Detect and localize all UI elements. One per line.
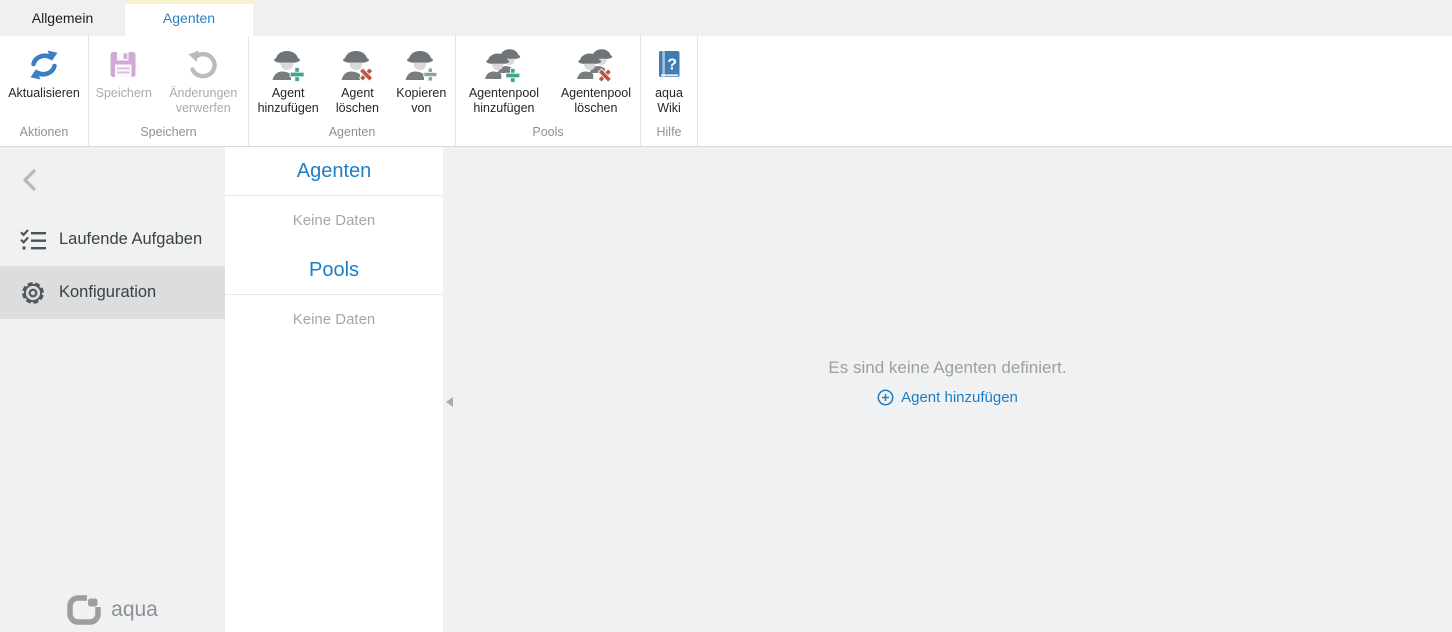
- save-floppy-icon: [109, 44, 139, 86]
- copy-agent-button-label: Kopieren von: [391, 86, 452, 116]
- sidebar-item-konfiguration[interactable]: Konfiguration: [0, 266, 225, 319]
- add-agentpool-button[interactable]: Agentenpool hinzufügen: [457, 41, 551, 123]
- add-agent-button-label: Agent hinzufügen: [252, 86, 324, 116]
- wiki-question-glyph: ?: [667, 57, 677, 74]
- discard-changes-button[interactable]: Änderungen verwerfen: [160, 41, 247, 123]
- add-agentpool-button-label: Agentenpool hinzufügen: [459, 86, 549, 116]
- panel-section-agenten-title: Agenten: [225, 147, 443, 196]
- panel-section-pools-title: Pools: [225, 246, 443, 295]
- chevron-left-icon: [18, 167, 44, 193]
- agent-delete-icon: [337, 44, 377, 86]
- sidebar-nav: Laufende Aufgaben Konfiguration: [0, 213, 225, 319]
- undo-icon: [186, 44, 220, 86]
- refresh-button-label: Aktualisieren: [8, 86, 80, 101]
- ribbon-toolbar: Aktualisieren Aktionen: [0, 36, 1452, 147]
- ribbon-group-pools-label: Pools: [456, 123, 640, 146]
- agentpool-delete-icon: [573, 44, 619, 86]
- agentpool-add-icon: [481, 44, 527, 86]
- aqua-wiki-button[interactable]: ? aqua Wiki: [644, 41, 694, 123]
- agents-configuration-window: Allgemein Agenten: [0, 0, 1452, 632]
- delete-agent-button[interactable]: Agent löschen: [328, 41, 386, 123]
- tab-allgemein-label: Allgemein: [32, 10, 93, 26]
- discard-changes-button-label: Änderungen verwerfen: [162, 86, 245, 116]
- add-agent-link[interactable]: Agent hinzufügen: [877, 389, 1018, 406]
- ribbon-group-speichern-label: Speichern: [89, 123, 248, 146]
- agent-copy-icon: [401, 44, 441, 86]
- gear-icon: [19, 279, 47, 307]
- aqua-wiki-button-label: aqua Wiki: [646, 86, 692, 116]
- tab-allgemein[interactable]: Allgemein: [0, 0, 125, 36]
- add-agent-link-label: Agent hinzufügen: [901, 389, 1018, 406]
- sidebar-item-laufende-aufgaben-label: Laufende Aufgaben: [59, 230, 202, 249]
- agents-pools-panel: Agenten Keine Daten Pools Keine Daten: [225, 147, 443, 632]
- navigation-sidebar: Laufende Aufgaben Konfiguration: [0, 147, 225, 632]
- delete-agent-button-label: Agent löschen: [330, 86, 384, 116]
- delete-agentpool-button-label: Agentenpool löschen: [555, 86, 637, 116]
- no-agents-message: Es sind keine Agenten definiert.: [828, 358, 1066, 378]
- ribbon-group-aktionen: Aktualisieren Aktionen: [0, 36, 89, 146]
- tab-agenten-label: Agenten: [163, 10, 215, 26]
- panel-section-pools-empty: Keine Daten: [225, 295, 443, 345]
- copy-agent-button[interactable]: Kopieren von: [389, 41, 454, 123]
- ribbon-group-hilfe-label: Hilfe: [641, 123, 697, 146]
- sidebar-item-konfiguration-label: Konfiguration: [59, 283, 156, 302]
- aqua-logo-text: aqua: [111, 598, 158, 622]
- ribbon-tab-bar: Allgemein Agenten: [0, 0, 1452, 36]
- panel-collapse-handle[interactable]: [446, 397, 453, 407]
- refresh-icon: [25, 44, 63, 86]
- ribbon-group-agenten-label: Agenten: [249, 123, 455, 146]
- aqua-logo-icon: [67, 594, 103, 626]
- wiki-book-icon: ?: [655, 44, 683, 86]
- content-area: Laufende Aufgaben Konfiguration: [0, 147, 1452, 632]
- ribbon-group-agenten: Agent hinzufügen Agent löschen: [249, 36, 456, 146]
- ribbon-group-pools: Agentenpool hinzufügen Agenten: [456, 36, 641, 146]
- task-list-icon: [19, 226, 47, 254]
- ribbon-group-hilfe: ? aqua Wiki Hilfe: [641, 36, 698, 146]
- delete-agentpool-button[interactable]: Agentenpool löschen: [553, 41, 639, 123]
- empty-state: Es sind keine Agenten definiert. Agent h…: [828, 358, 1066, 406]
- ribbon-group-aktionen-label: Aktionen: [0, 123, 88, 146]
- save-button[interactable]: Speichern: [90, 41, 158, 123]
- panel-section-agenten-empty: Keine Daten: [225, 196, 443, 246]
- agent-add-icon: [268, 44, 308, 86]
- sidebar-item-laufende-aufgaben[interactable]: Laufende Aufgaben: [0, 213, 225, 266]
- save-button-label: Speichern: [96, 86, 152, 101]
- tab-agenten[interactable]: Agenten: [125, 0, 253, 36]
- refresh-button[interactable]: Aktualisieren: [1, 41, 87, 123]
- aqua-logo: aqua: [0, 594, 225, 626]
- active-tab-stripe: [125, 0, 253, 4]
- ribbon-group-speichern: Speichern Änderungen verwerfen Speichern: [89, 36, 249, 146]
- detail-area: Es sind keine Agenten definiert. Agent h…: [443, 147, 1452, 632]
- sidebar-back-button[interactable]: [18, 167, 44, 193]
- add-agent-button[interactable]: Agent hinzufügen: [250, 41, 326, 123]
- circled-plus-icon: [877, 389, 894, 406]
